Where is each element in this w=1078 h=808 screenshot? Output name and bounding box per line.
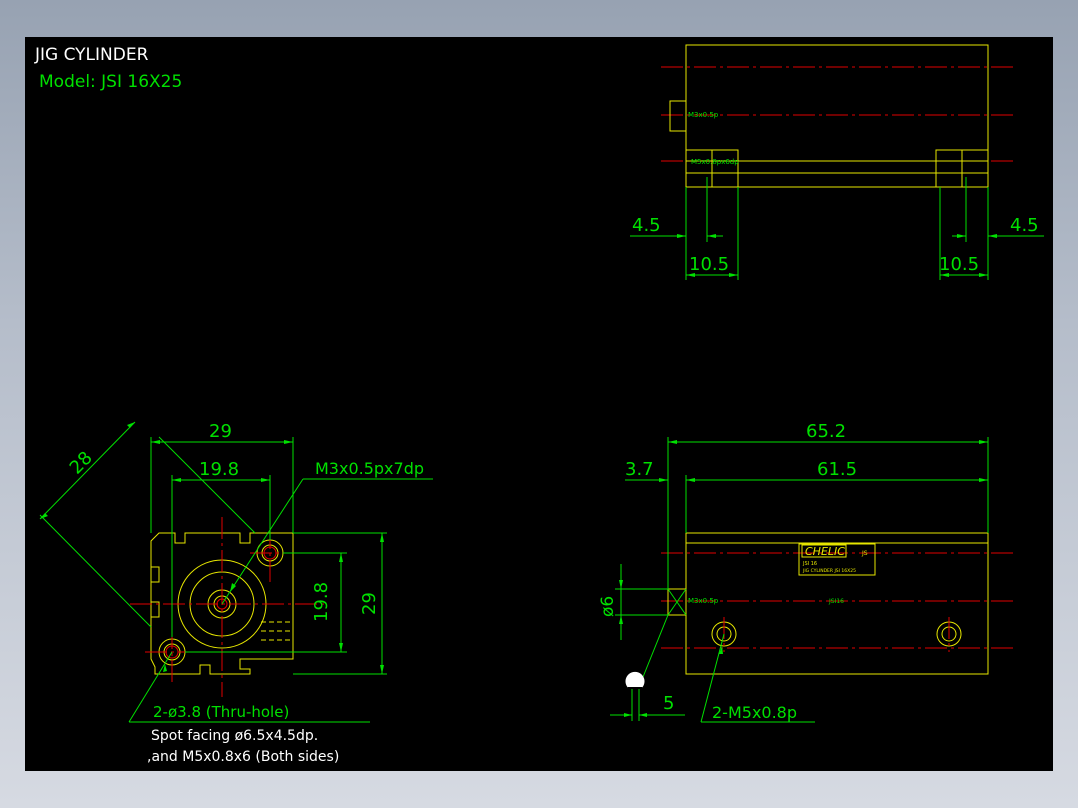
spot-facing-note: Spot facing ø6.5x4.5dp. (151, 728, 318, 744)
cad-drawing-canvas[interactable]: JIG CYLINDER Model: JSI 16X25 M3x0.5p M5… (25, 37, 1053, 771)
drawing-title: JIG CYLINDER (34, 45, 149, 65)
dim-rod-offset: 3.7 (625, 459, 654, 480)
dim-end-inner-width: 19.8 (199, 459, 239, 480)
dim-end-inner-height: 19.8 (311, 582, 332, 622)
dim-end-width: 29 (209, 421, 232, 442)
top-view-port-boss (669, 100, 687, 132)
dim-top-left-large: 10.5 (689, 254, 729, 275)
top-view: M3x0.5p M5x0.8px6dp 4.5 10.5 4.5 10.5 (630, 44, 1044, 280)
side-port-label: M3x0.5p (688, 597, 719, 605)
end-view: 29 19.8 19.8 29 28 M3x0.5px7dp 2-ø3.8 (T… (39, 421, 433, 765)
holes-callout: 2-M5x0.8p (712, 703, 797, 722)
dim-top-left-small: 4.5 (632, 215, 661, 236)
dim-top-right-small: 4.5 (1010, 215, 1039, 236)
thread-callout: M3x0.5px7dp (315, 459, 424, 478)
top-bottom-port-label: M5x0.8px6dp (691, 158, 739, 166)
dim-total-length: 65.2 (806, 421, 846, 442)
cad-drawing: JIG CYLINDER Model: JSI 16X25 M3x0.5p M5… (34, 44, 1044, 765)
top-port-label: M3x0.5p (688, 111, 719, 119)
both-sides-note: ,and M5x0.8x6 (Both sides) (147, 749, 339, 765)
dim-rod-diameter: ø6 (598, 596, 618, 617)
hole-callout: 2-ø3.8 (Thru-hole) (153, 703, 289, 721)
dim-rod-end: 5 (663, 693, 674, 714)
nameplate-line2: JIG CYLINDER JSI 16X25 (802, 568, 856, 574)
side-view: CHELIC JS JSI 16 JIG CYLINDER JSI 16X25 … (598, 421, 1013, 723)
nameplate-line1: JSI 16 (802, 561, 817, 567)
brand-suffix: JS (861, 550, 868, 557)
dim-end-diagonal: 28 (66, 447, 97, 478)
dim-end-height: 29 (359, 592, 380, 615)
model-stamp: JSI16 (828, 598, 844, 605)
dim-body-length: 61.5 (817, 459, 857, 480)
model-label: Model: JSI 16X25 (39, 72, 182, 92)
brand-logo: CHELIC (805, 545, 845, 558)
dim-top-right-large: 10.5 (939, 254, 979, 275)
